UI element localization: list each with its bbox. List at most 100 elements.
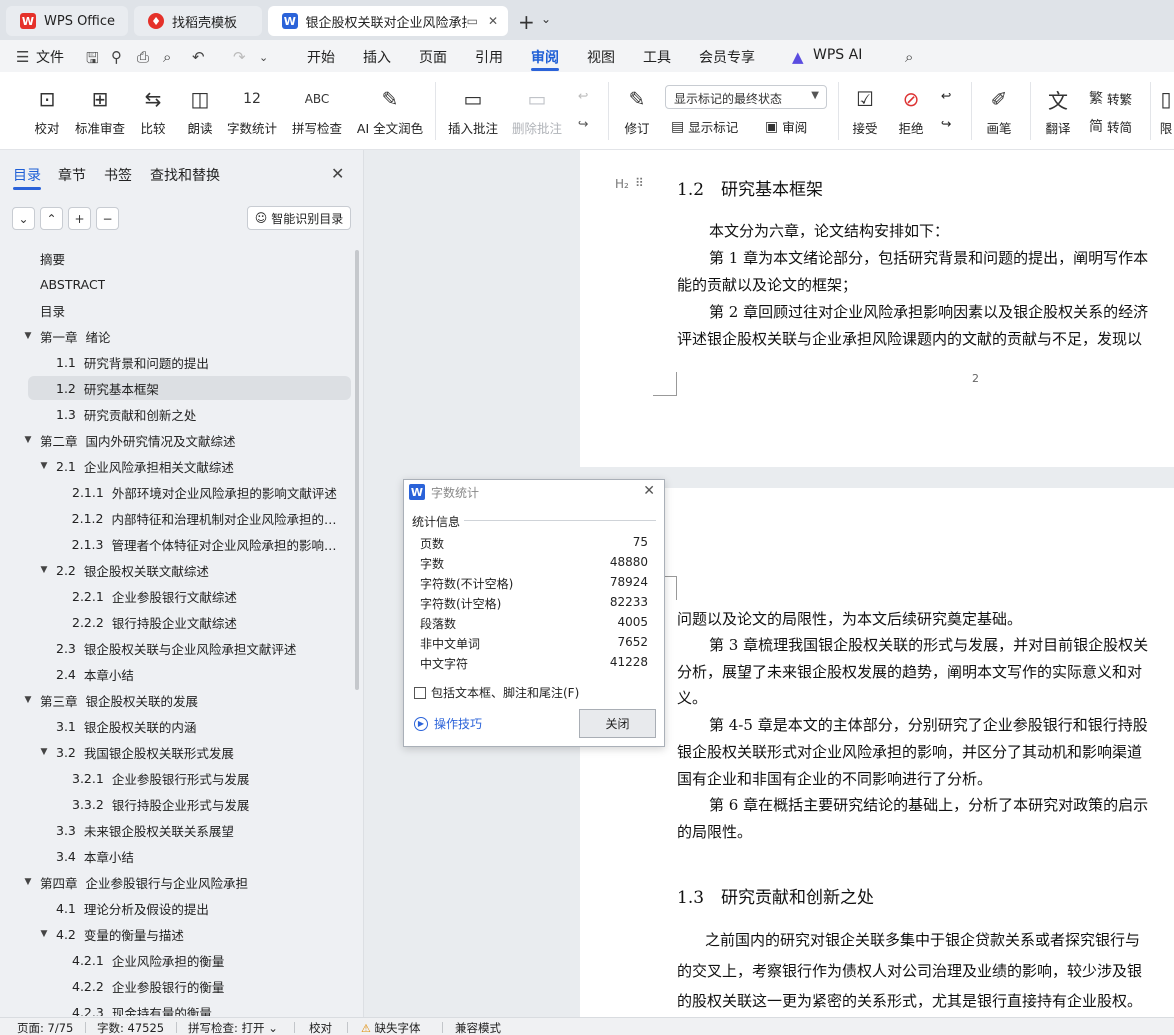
read-aloud-button[interactable]: ◫ 朗读	[185, 72, 215, 137]
new-tab-icon[interactable]: +	[518, 10, 535, 34]
add-heading-button[interactable]: +	[68, 207, 91, 230]
caret-down-icon[interactable]: ▼	[38, 747, 50, 757]
menu-tools[interactable]: 工具	[643, 47, 671, 67]
toc-item[interactable]: 4.2.1 企业风险承担的衡量	[54, 948, 342, 972]
prev-comment-icon[interactable]: ↩	[578, 88, 588, 103]
toc-item[interactable]: ▼ 3.2 我国银企股权关联形式发展	[38, 740, 342, 764]
menu-file[interactable]: 文件	[36, 47, 64, 67]
spell-check-button[interactable]: ABC 拼写检查	[287, 72, 347, 137]
next-comment-icon[interactable]: ↪	[578, 116, 588, 131]
standard-review-button[interactable]: ⊞ 标准审查	[74, 72, 126, 137]
accept-button[interactable]: ☑ 接受	[848, 72, 882, 137]
spell-check-indicator[interactable]: 拼写检查: 打开 ⌄	[188, 1020, 278, 1035]
toc-item[interactable]: 3.2.1 企业参股银行形式与发展	[54, 766, 342, 790]
toc-item[interactable]: 2.1.2 内部特征和治理机制对企业风险承担的影...	[54, 506, 342, 530]
toc-item[interactable]: 3.4 本章小结	[38, 844, 342, 868]
restrict-button[interactable]: ▯ 限	[1158, 72, 1174, 137]
caret-down-icon[interactable]: ▼	[22, 877, 34, 887]
compare-button[interactable]: ⇆ 比较	[134, 72, 172, 137]
tab-sections[interactable]: 章节	[58, 165, 86, 185]
track-changes-button[interactable]: ✎ 修订	[618, 72, 656, 137]
close-button[interactable]: 关闭	[579, 709, 656, 738]
toc-item[interactable]: ▼ 2.1 企业风险承担相关文献综述	[38, 454, 342, 478]
caret-down-icon[interactable]: ▼	[38, 565, 50, 575]
to-traditional-button[interactable]: 繁 转繁	[1089, 88, 1132, 108]
toc-item[interactable]: ▼ 第一章 绪论	[22, 324, 342, 348]
toc-item[interactable]: 3.1 银企股权关联的内涵	[38, 714, 342, 738]
menu-home[interactable]: 开始	[307, 47, 335, 67]
toc-item[interactable]: 2.2.2 银行持股企业文献综述	[54, 610, 342, 634]
prev-change-icon[interactable]: ↩	[941, 88, 951, 103]
smart-toc-button[interactable]: ☺ 智能识别目录	[247, 206, 351, 230]
collapse-down-button[interactable]: ⌄	[12, 207, 35, 230]
menu-reference[interactable]: 引用	[475, 47, 503, 67]
pen-button[interactable]: ✐ 画笔	[984, 72, 1014, 137]
caret-down-icon[interactable]: ▼	[38, 461, 50, 471]
tips-link[interactable]: ▶ 操作技巧	[414, 715, 482, 732]
menu-wps-ai[interactable]: WPS AI	[813, 47, 862, 63]
proofread-button[interactable]: ⊡ 校对	[32, 72, 62, 137]
caret-down-icon[interactable]: ▼	[38, 929, 50, 939]
pane-scrollbar[interactable]	[355, 250, 359, 690]
menu-page[interactable]: 页面	[419, 47, 447, 67]
word-count-indicator[interactable]: 字数: 47525	[97, 1020, 164, 1035]
drag-handle-icon[interactable]: ⠿	[635, 176, 644, 190]
toc-item[interactable]: 2.2.1 企业参股银行文献综述	[54, 584, 342, 608]
tab-list-chevron-icon[interactable]: ⌄	[541, 12, 551, 26]
page-indicator[interactable]: 页面: 7/75	[17, 1020, 73, 1035]
print-preview-icon[interactable]: ⌕	[163, 48, 171, 66]
tab-find-replace[interactable]: 查找和替换	[150, 165, 220, 185]
to-simplified-button[interactable]: 简 转简	[1089, 116, 1132, 136]
missing-font-indicator[interactable]: ⚠ 缺失字体	[361, 1020, 421, 1035]
insert-comment-button[interactable]: ▭ 插入批注	[447, 72, 499, 137]
toc-item[interactable]: ▼ 2.2 银企股权关联文献综述	[38, 558, 342, 582]
search-icon[interactable]: ⌕	[905, 48, 913, 66]
toc-item[interactable]: 4.2.3 现金持有量的衡量	[54, 1000, 342, 1017]
toc-item[interactable]: 1.3 研究贡献和创新之处	[38, 402, 342, 426]
review-pane-button[interactable]: ▣ 审阅	[765, 117, 807, 136]
caret-down-icon[interactable]: ▼	[22, 695, 34, 705]
toc-item[interactable]: 2.4 本章小结	[38, 662, 342, 686]
toc-item[interactable]: ▼ 第四章 企业参股银行与企业风险承担	[22, 870, 342, 894]
menu-member[interactable]: 会员专享	[699, 47, 755, 67]
checkbox-box[interactable]	[414, 686, 426, 699]
tab-docer-templates[interactable]: ♦ 找稻壳模板	[134, 6, 262, 36]
toc-item[interactable]: ▼ 第三章 银企股权关联的发展	[22, 688, 342, 712]
toc-item[interactable]: ▼ 第二章 国内外研究情况及文献综述	[22, 428, 342, 452]
toc-item[interactable]: 3.3.2 银行持股企业形式与发展	[54, 792, 342, 816]
delete-comment-button[interactable]: ▭ 删除批注	[507, 72, 567, 137]
redo-icon[interactable]: ↷	[233, 48, 246, 66]
quick-access-chevron-icon[interactable]: ⌄	[259, 51, 268, 64]
proof-indicator[interactable]: 校对	[309, 1020, 332, 1035]
collapse-up-button[interactable]: ⌃	[40, 207, 63, 230]
include-textbox-checkbox[interactable]: 包括文本框、脚注和尾注(F)	[414, 684, 579, 701]
toc-item-selected[interactable]: 1.2 研究基本框架	[28, 376, 351, 400]
menu-review[interactable]: 审阅	[531, 47, 559, 67]
close-icon[interactable]: ✕	[643, 483, 655, 499]
toc-item[interactable]: ABSTRACT	[22, 272, 342, 296]
dialog-title-bar[interactable]: W 字数统计	[404, 480, 664, 504]
tab-current-document[interactable]: W 银企股权关联对企业风险承担 ▭ ✕	[268, 6, 508, 36]
toc-item[interactable]: 3.3 未来银企股权关联关系展望	[38, 818, 342, 842]
toc-item[interactable]: 目录	[22, 298, 342, 322]
toc-item[interactable]: 摘要	[22, 246, 342, 270]
markup-state-select[interactable]: 显示标记的最终状态 ▼	[665, 85, 827, 109]
print-icon[interactable]: ⎙	[137, 48, 149, 66]
reject-button[interactable]: ⊘ 拒绝	[894, 72, 928, 137]
ai-polish-button[interactable]: ✎ AI 全文润色	[356, 72, 424, 137]
share-icon[interactable]: ⚲	[111, 48, 122, 66]
remove-heading-button[interactable]: −	[96, 207, 119, 230]
next-change-icon[interactable]: ↪	[941, 116, 951, 131]
close-tab-icon[interactable]: ✕	[488, 14, 498, 28]
undo-icon[interactable]: ↶	[192, 48, 205, 66]
compat-mode-indicator[interactable]: 兼容模式	[455, 1020, 501, 1035]
caret-down-icon[interactable]: ▼	[22, 331, 34, 341]
hamburger-icon[interactable]: ☰	[16, 48, 29, 66]
tab-wps-office[interactable]: W WPS Office	[6, 6, 128, 36]
save-icon[interactable]: 🖫	[86, 48, 99, 73]
caret-down-icon[interactable]: ▼	[22, 435, 34, 445]
heading-level-marker[interactable]: H₂	[615, 177, 629, 191]
toc-item[interactable]: ▼ 4.2 变量的衡量与描述	[38, 922, 342, 946]
show-markup-button[interactable]: ▤ 显示标记	[671, 117, 738, 136]
toc-item[interactable]: 4.1 理论分析及假设的提出	[38, 896, 342, 920]
